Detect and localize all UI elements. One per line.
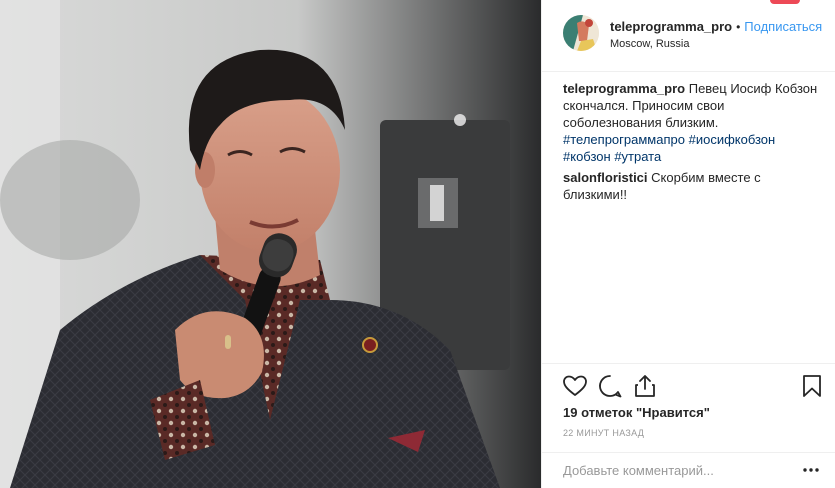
add-comment-bar — [542, 452, 835, 488]
header-username-link[interactable]: teleprogramma_pro — [610, 19, 732, 34]
speech-bubble-icon[interactable] — [597, 373, 623, 399]
share-upload-icon[interactable] — [632, 373, 658, 399]
post-side-panel: teleprogramma_pro • Подписаться Moscow, Ru… — [541, 0, 835, 488]
ellipsis-icon[interactable] — [802, 465, 820, 475]
follow-button[interactable]: Подписаться — [744, 19, 822, 34]
notification-badge — [770, 0, 800, 4]
caption: teleprogramma_pro Певец Иосиф Кобзон ско… — [563, 80, 825, 165]
hashtag-link[interactable]: #утрата — [614, 149, 661, 164]
comment-input[interactable] — [563, 463, 783, 478]
avatar[interactable] — [563, 15, 599, 51]
hashtag-link[interactable]: #кобзон — [563, 149, 611, 164]
avatar-image — [563, 15, 599, 51]
hashtag-link[interactable]: #иосифкобзон — [689, 132, 776, 147]
likes-count[interactable]: 19 отметок "Нравится" — [563, 405, 710, 420]
comment-item: salonfloristici Скорбим вместе с близким… — [563, 169, 825, 203]
header-line: teleprogramma_pro • Подписаться — [610, 19, 822, 34]
post-photo[interactable] — [0, 0, 541, 488]
post-timestamp[interactable]: 22 МИНУТ НАЗАД — [563, 428, 644, 438]
comment-username-link[interactable]: salonfloristici — [563, 170, 648, 185]
heart-outline-icon[interactable] — [562, 373, 588, 399]
singer-with-microphone-image — [0, 0, 541, 488]
hashtag-link[interactable]: #телепрограммапро — [563, 132, 685, 147]
location-link[interactable]: Moscow, Russia — [610, 38, 689, 50]
post-header: teleprogramma_pro • Подписаться Moscow, Ru… — [542, 0, 835, 72]
comments-list: teleprogramma_pro Певец Иосиф Кобзон ско… — [563, 80, 825, 207]
post-actions: 19 отметок "Нравится" 22 МИНУТ НАЗАД — [542, 363, 835, 488]
bookmark-icon[interactable] — [799, 373, 825, 399]
separator-dot: • — [736, 20, 741, 34]
caption-username-link[interactable]: teleprogramma_pro — [563, 81, 685, 96]
